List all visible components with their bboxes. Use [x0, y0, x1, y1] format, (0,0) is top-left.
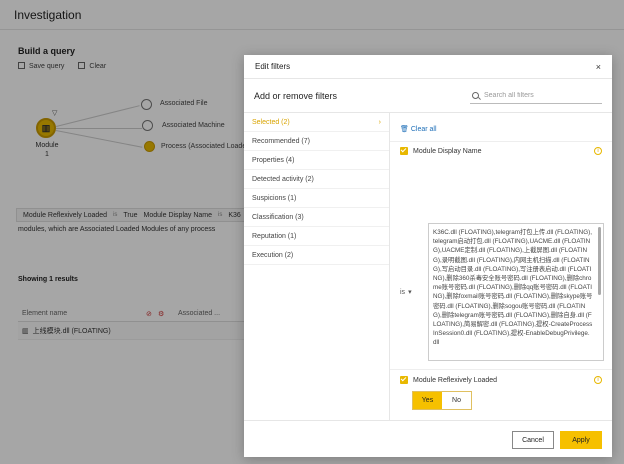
- filter-search[interactable]: [470, 88, 602, 104]
- filter2-checkbox[interactable]: [400, 376, 408, 384]
- operator-select[interactable]: is ▾: [400, 285, 422, 299]
- cancel-button[interactable]: Cancel: [512, 431, 554, 449]
- info-icon[interactable]: i: [594, 147, 602, 155]
- filter-module-reflexively-loaded: Module Reflexively Loaded i: [400, 376, 602, 384]
- category-list: Selected (2) › Recommended (7) Propertie…: [244, 113, 390, 420]
- close-icon[interactable]: ×: [596, 62, 601, 72]
- category-suspicions[interactable]: Suspicions (1): [244, 189, 389, 208]
- chevron-down-icon: ▾: [408, 289, 412, 296]
- filter-detail-panel: 🗑 Clear all Module Display Name i is ▾ K…: [390, 113, 612, 420]
- chevron-right-icon: ›: [378, 118, 381, 126]
- filter-module-display-name: Module Display Name i: [400, 147, 602, 155]
- modal-subheader: Add or remove filters: [244, 79, 612, 113]
- search-icon: [472, 91, 479, 99]
- filter1-label: Module Display Name: [413, 147, 482, 155]
- apply-button[interactable]: Apply: [560, 431, 602, 449]
- category-classification[interactable]: Classification (3): [244, 208, 389, 227]
- divider: [390, 369, 612, 370]
- filter1-value-textarea[interactable]: K36C.dll (FLOATING),telegram打包上传.dll (FL…: [428, 223, 604, 361]
- category-detected-activity[interactable]: Detected activity (2): [244, 170, 389, 189]
- category-properties[interactable]: Properties (4): [244, 151, 389, 170]
- sub-title: Add or remove filters: [254, 90, 338, 101]
- value-scrollbar[interactable]: [598, 227, 601, 295]
- modal-title: Edit filters: [255, 62, 291, 71]
- modal-header: Edit filters ×: [244, 55, 612, 79]
- no-button[interactable]: No: [442, 392, 471, 409]
- modal-footer: Cancel Apply: [244, 420, 612, 457]
- edit-filters-modal: Edit filters × Add or remove filters Sel…: [244, 55, 612, 457]
- filter2-label: Module Reflexively Loaded: [413, 376, 498, 384]
- yes-no-toggle: Yes No: [412, 391, 472, 410]
- yes-button[interactable]: Yes: [413, 392, 442, 409]
- info-icon[interactable]: i: [594, 376, 602, 384]
- category-recommended[interactable]: Recommended (7): [244, 132, 389, 151]
- clear-all-link[interactable]: 🗑 Clear all: [400, 125, 437, 133]
- trash-icon: 🗑: [400, 126, 409, 133]
- category-execution[interactable]: Execution (2): [244, 246, 389, 265]
- filter1-checkbox[interactable]: [400, 147, 408, 155]
- divider: [390, 141, 612, 142]
- category-reputation[interactable]: Reputation (1): [244, 227, 389, 246]
- search-input[interactable]: [484, 91, 594, 99]
- category-selected[interactable]: Selected (2) ›: [244, 113, 389, 132]
